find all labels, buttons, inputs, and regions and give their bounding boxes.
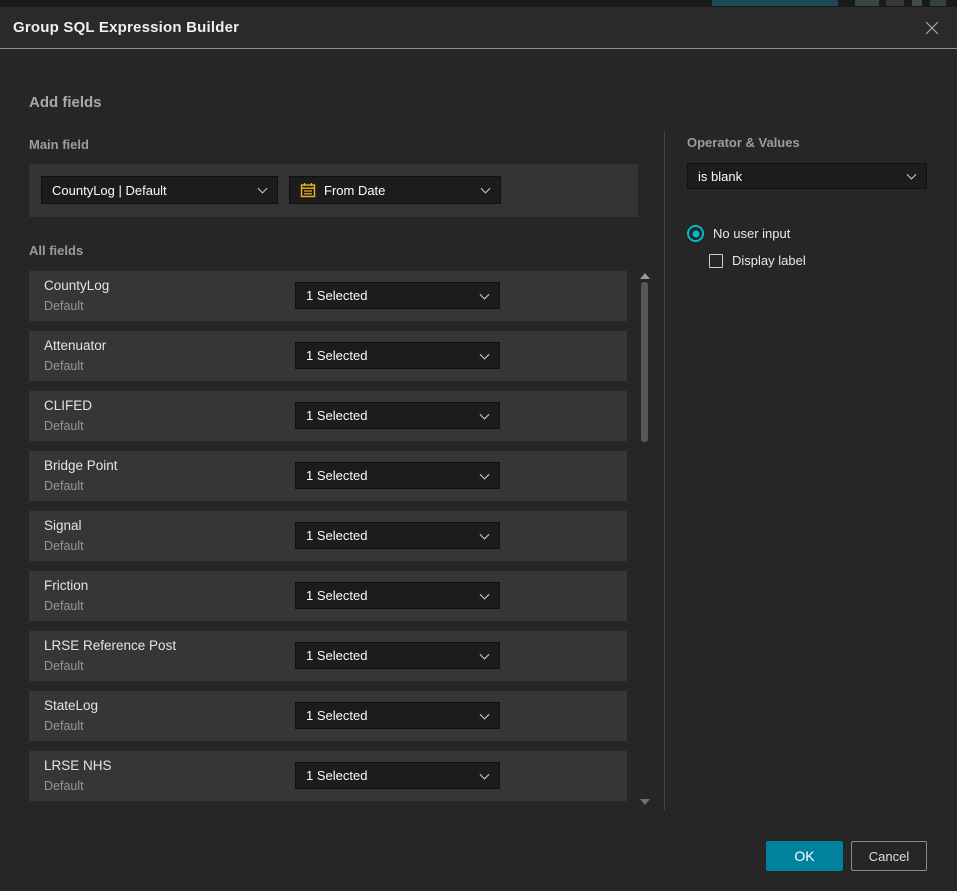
field-selected-dropdown[interactable]: 1 Selected	[295, 342, 500, 369]
add-fields-heading: Add fields	[29, 94, 102, 111]
field-selected-value: 1 Selected	[306, 528, 367, 543]
layer-dropdown[interactable]: CountyLog | Default	[41, 176, 278, 204]
checkbox-unchecked-icon	[709, 254, 723, 268]
field-selected-value: 1 Selected	[306, 288, 367, 303]
background-fragment	[912, 0, 922, 6]
chevron-down-icon	[907, 170, 917, 180]
chevron-down-icon	[480, 529, 490, 539]
radio-selected-icon	[687, 225, 704, 242]
field-view-label: Default	[44, 599, 84, 613]
field-selected-dropdown[interactable]: 1 Selected	[295, 762, 500, 789]
chevron-down-icon	[480, 649, 490, 659]
background-fragment	[855, 0, 879, 6]
field-name: StateLog	[44, 698, 98, 713]
field-selected-dropdown[interactable]: 1 Selected	[295, 702, 500, 729]
layer-dropdown-value: CountyLog | Default	[52, 183, 167, 198]
display-label-label: Display label	[732, 253, 806, 268]
all-fields-label: All fields	[29, 243, 83, 258]
group-sql-expression-builder-dialog: Group SQL Expression Builder Add fields …	[0, 7, 957, 891]
field-row: CountyLog Default 1 Selected	[29, 271, 627, 321]
chevron-down-icon	[480, 589, 490, 599]
field-row: LRSE Reference Post Default 1 Selected	[29, 631, 627, 681]
field-view-label: Default	[44, 419, 84, 433]
field-view-label: Default	[44, 479, 84, 493]
field-selected-value: 1 Selected	[306, 768, 367, 783]
field-selected-dropdown[interactable]: 1 Selected	[295, 462, 500, 489]
operator-values-label: Operator & Values	[687, 135, 800, 150]
field-selected-dropdown[interactable]: 1 Selected	[295, 582, 500, 609]
field-view-label: Default	[44, 779, 84, 793]
field-view-label: Default	[44, 659, 84, 673]
no-user-input-label: No user input	[713, 226, 790, 241]
background-fragment	[930, 0, 946, 6]
field-name: CountyLog	[44, 278, 109, 293]
field-name: CLIFED	[44, 398, 92, 413]
scrollbar-up-arrow[interactable]	[640, 273, 650, 279]
chevron-down-icon	[480, 709, 490, 719]
field-row: StateLog Default 1 Selected	[29, 691, 627, 741]
field-name: Signal	[44, 518, 82, 533]
field-view-label: Default	[44, 359, 84, 373]
chevron-down-icon	[480, 409, 490, 419]
no-user-input-radio[interactable]: No user input	[687, 225, 790, 242]
dialog-titlebar: Group SQL Expression Builder	[0, 7, 957, 49]
field-selected-value: 1 Selected	[306, 408, 367, 423]
chevron-down-icon	[480, 469, 490, 479]
panel-divider	[664, 132, 665, 810]
field-row: Signal Default 1 Selected	[29, 511, 627, 561]
background-app-bar	[0, 0, 957, 7]
field-view-label: Default	[44, 299, 84, 313]
field-view-label: Default	[44, 539, 84, 553]
field-selected-value: 1 Selected	[306, 468, 367, 483]
scrollbar-down-arrow[interactable]	[640, 799, 650, 805]
chevron-down-icon	[480, 349, 490, 359]
date-calendar-icon	[300, 182, 316, 198]
field-name: LRSE Reference Post	[44, 638, 176, 653]
field-selected-value: 1 Selected	[306, 708, 367, 723]
all-fields-list: CountyLog Default 1 Selected Attenuator …	[29, 271, 627, 811]
field-selected-value: 1 Selected	[306, 648, 367, 663]
field-row: Bridge Point Default 1 Selected	[29, 451, 627, 501]
field-name: Attenuator	[44, 338, 106, 353]
ok-button[interactable]: OK	[766, 841, 843, 871]
scrollbar-thumb[interactable]	[641, 282, 648, 442]
background-fragment	[712, 0, 838, 6]
field-selected-value: 1 Selected	[306, 348, 367, 363]
operator-dropdown-value: is blank	[698, 169, 742, 184]
field-row: Attenuator Default 1 Selected	[29, 331, 627, 381]
chevron-down-icon	[480, 769, 490, 779]
chevron-down-icon	[258, 184, 268, 194]
field-name: LRSE NHS	[44, 758, 112, 773]
field-row: Friction Default 1 Selected	[29, 571, 627, 621]
dialog-title: Group SQL Expression Builder	[13, 7, 239, 49]
field-row: LRSE NHS Default 1 Selected	[29, 751, 627, 801]
operator-dropdown[interactable]: is blank	[687, 163, 927, 189]
field-row: CLIFED Default 1 Selected	[29, 391, 627, 441]
field-selected-dropdown[interactable]: 1 Selected	[295, 282, 500, 309]
chevron-down-icon	[481, 184, 491, 194]
chevron-down-icon	[480, 289, 490, 299]
field-name: Bridge Point	[44, 458, 118, 473]
field-dropdown-value: From Date	[324, 183, 385, 198]
cancel-button[interactable]: Cancel	[851, 841, 927, 871]
field-selected-value: 1 Selected	[306, 588, 367, 603]
field-selected-dropdown[interactable]: 1 Selected	[295, 402, 500, 429]
close-icon[interactable]	[922, 18, 942, 38]
field-dropdown[interactable]: From Date	[289, 176, 501, 204]
background-fragment	[886, 0, 904, 6]
field-view-label: Default	[44, 719, 84, 733]
field-selected-dropdown[interactable]: 1 Selected	[295, 522, 500, 549]
field-selected-dropdown[interactable]: 1 Selected	[295, 642, 500, 669]
screen: Group SQL Expression Builder Add fields …	[0, 0, 957, 891]
main-field-label: Main field	[29, 137, 89, 152]
field-name: Friction	[44, 578, 88, 593]
display-label-checkbox[interactable]: Display label	[709, 253, 806, 268]
